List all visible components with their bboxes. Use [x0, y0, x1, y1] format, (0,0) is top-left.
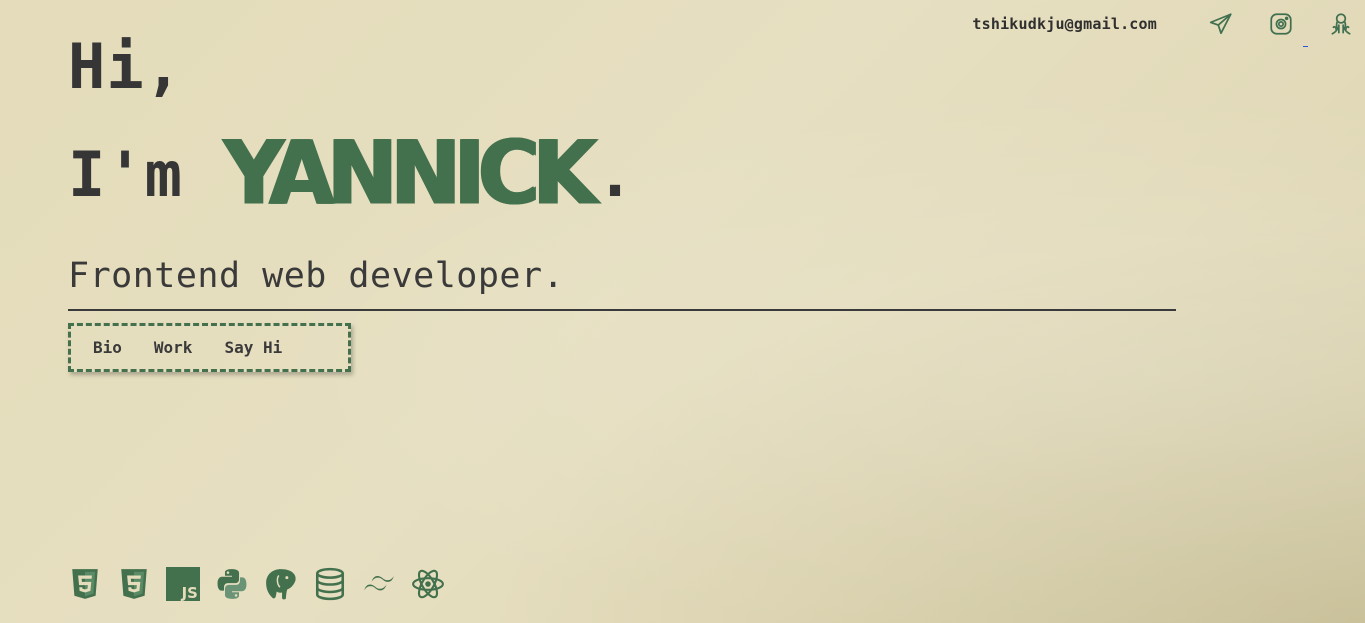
- nav-link-bio[interactable]: Bio: [93, 338, 122, 357]
- intro-prefix: I'm: [68, 138, 183, 211]
- tailwind-icon: [362, 566, 396, 602]
- nav-link-work[interactable]: Work: [154, 338, 193, 357]
- divider-line: [68, 309, 1176, 311]
- github-icon[interactable]: [1327, 10, 1355, 38]
- css3-icon: [117, 566, 151, 602]
- svg-text:JS: JS: [181, 584, 198, 601]
- nav-link-say-hi[interactable]: Say Hi: [224, 338, 282, 357]
- email-address[interactable]: tshikudkju@gmail.com: [972, 15, 1157, 33]
- database-icon: [313, 566, 347, 602]
- postgresql-icon: [264, 566, 298, 602]
- javascript-icon: JS: [166, 566, 200, 602]
- instagram-icon[interactable]: [1267, 10, 1295, 38]
- developer-name: YANNICK: [222, 121, 597, 225]
- greeting-heading: Hi,: [68, 30, 183, 103]
- react-icon: [411, 566, 445, 602]
- main-nav: Bio Work Say Hi: [68, 323, 351, 372]
- intro-line: I'm YANNICK .: [68, 128, 634, 218]
- hero-section: Hi,: [68, 30, 183, 104]
- tech-stack: JS: [68, 566, 460, 602]
- link-underline: [1303, 46, 1308, 47]
- html5-icon: [68, 566, 102, 602]
- python-icon: [215, 566, 249, 602]
- contact-bar: tshikudkju@gmail.com: [972, 10, 1355, 38]
- telegram-icon[interactable]: [1207, 10, 1235, 38]
- role-subtitle: Frontend web developer.: [68, 256, 565, 296]
- name-period: .: [596, 138, 634, 211]
